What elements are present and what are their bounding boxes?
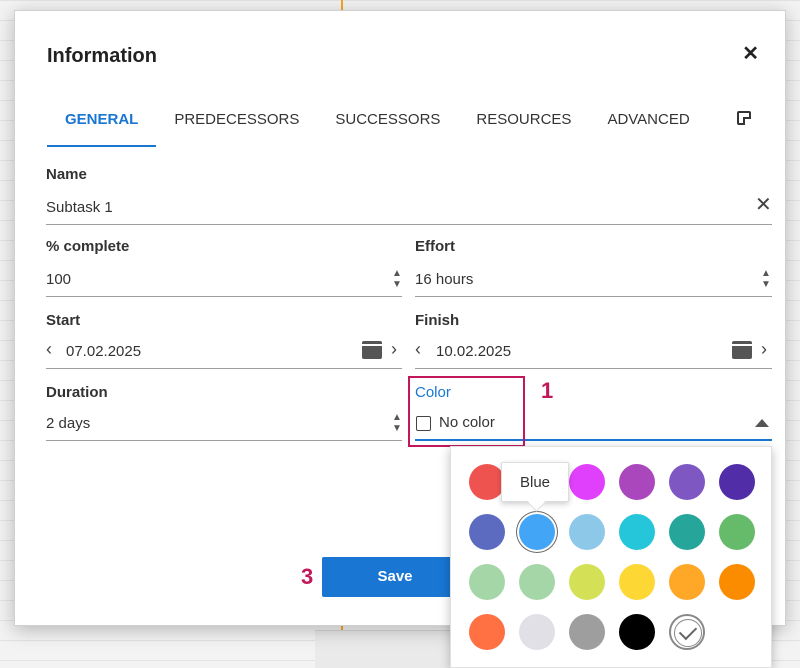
color-swatch[interactable] [619,564,655,600]
color-swatch[interactable] [519,514,555,550]
finish-next-day-icon[interactable]: › [761,339,767,360]
start-field[interactable]: 07.02.2025 [66,343,141,360]
duration-label: Duration [46,384,108,401]
percent-complete-underline [46,296,402,297]
color-swatch[interactable] [569,614,605,650]
annotation-1: 1 [541,378,554,403]
clear-name-icon[interactable]: ✕ [755,192,772,217]
start-next-day-icon[interactable]: › [391,339,397,360]
duration-stepper[interactable]: ▲ ▼ [392,412,402,436]
color-field-highlight [408,376,525,447]
name-field[interactable]: Subtask 1 [46,199,113,216]
percent-complete-stepper[interactable]: ▲ ▼ [392,268,402,292]
start-prev-day-icon[interactable]: ‹ [46,339,52,360]
color-swatch[interactable] [469,514,505,550]
gantt-footer-panel [315,630,455,668]
name-label: Name [46,166,87,183]
color-swatch[interactable] [519,564,555,600]
percent-complete-label: % complete [46,238,130,255]
tab-successors[interactable]: SUCCESSORS [317,109,458,147]
color-swatch[interactable] [469,464,505,500]
color-swatch[interactable] [669,564,705,600]
finish-calendar-icon[interactable] [732,341,752,359]
finish-prev-day-icon[interactable]: ‹ [415,339,421,360]
no-color-swatch[interactable] [669,614,705,650]
tab-resources[interactable]: RESOURCES [458,109,589,147]
color-tooltip: Blue [501,462,569,502]
effort-field[interactable]: 16 hours [415,271,473,288]
effort-label: Effort [415,238,455,255]
duration-underline [46,440,402,441]
percent-complete-field[interactable]: 100 [46,271,71,288]
finish-label: Finish [415,312,460,329]
annotation-3: 3 [301,564,314,589]
color-swatch[interactable] [569,464,605,500]
dialog-title: Information [47,45,157,67]
color-swatch[interactable] [619,514,655,550]
start-calendar-icon[interactable] [362,341,382,359]
tab-general[interactable]: GENERAL [47,109,157,147]
color-swatch[interactable] [469,564,505,600]
duration-field[interactable]: 2 days [46,415,90,432]
color-swatch[interactable] [619,614,655,650]
save-button[interactable]: Save [322,557,468,597]
effort-underline [415,296,772,297]
color-palette [450,446,772,668]
tab-bar: GENERAL PREDECESSORS SUCCESSORS RESOURCE… [47,109,708,149]
effort-stepper[interactable]: ▲ ▼ [761,268,771,292]
color-swatch[interactable] [569,514,605,550]
collapse-arrow-icon[interactable] [755,419,769,427]
color-swatch[interactable] [669,464,705,500]
finish-underline [415,368,772,369]
finish-field[interactable]: 10.02.2025 [436,343,511,360]
start-underline [46,368,402,369]
start-label: Start [46,312,81,329]
color-swatch[interactable] [719,514,755,550]
name-underline [46,224,772,225]
color-swatch[interactable] [669,514,705,550]
color-swatch[interactable] [619,464,655,500]
tab-predecessors[interactable]: PREDECESSORS [156,109,317,147]
color-swatch[interactable] [719,564,755,600]
color-swatch[interactable] [469,614,505,650]
color-swatch[interactable] [519,614,555,650]
color-swatch[interactable] [719,464,755,500]
tab-advanced[interactable]: ADVANCED [589,109,707,147]
close-button[interactable]: ✕ [742,41,759,66]
note-icon[interactable] [737,111,751,125]
color-swatch[interactable] [569,564,605,600]
